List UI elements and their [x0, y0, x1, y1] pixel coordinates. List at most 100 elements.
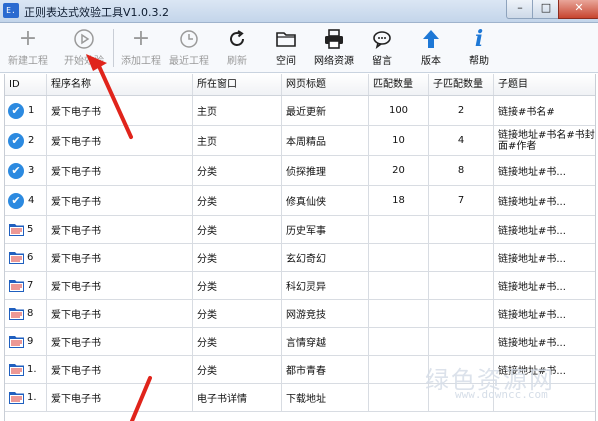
cell-id: 9 — [5, 328, 47, 355]
cell-match-count: 20 — [369, 156, 429, 185]
cell-sub-match-count: 2 — [429, 96, 494, 125]
check-circle-icon: ✔ — [8, 192, 24, 209]
space-button[interactable]: 空间 — [271, 25, 301, 69]
document-folder-icon — [8, 278, 25, 293]
cell-id: 8 — [5, 300, 47, 327]
cell-page-title: 网游竞技 — [282, 300, 369, 327]
refresh-icon — [224, 27, 250, 51]
help-button[interactable]: i 帮助 — [465, 25, 493, 69]
cell-sub-title: 链接地址#书... — [498, 226, 566, 237]
maximize-button[interactable]: □ — [532, 0, 560, 19]
row-id: 8 — [27, 308, 34, 319]
cell-page-title: 侦探推理 — [282, 156, 369, 185]
table-row[interactable]: 7 爱下电子书 分类 科幻灵异 链接地址#书... — [5, 272, 595, 300]
start-validate-button[interactable]: 开始效验 — [60, 25, 108, 69]
version-label: 版本 — [421, 56, 441, 67]
table-row[interactable]: 9 爱下电子书 分类 言情穿越 链接地址#书... — [5, 328, 595, 356]
cell-sub-match-count — [429, 244, 494, 271]
add-project-button[interactable]: + 添加工程 — [119, 25, 163, 69]
cell-window: 分类 — [193, 156, 282, 185]
row-id: 9 — [27, 336, 34, 347]
cell-sub-title: 链接地址#书... — [498, 197, 566, 208]
refresh-label: 刷新 — [227, 56, 247, 67]
cell-page-title: 修真仙侠 — [282, 186, 369, 215]
table-row[interactable]: 5 爱下电子书 分类 历史军事 链接地址#书... — [5, 216, 595, 244]
document-folder-icon — [8, 306, 25, 321]
column-header-match-count[interactable]: 匹配数量 — [369, 74, 429, 95]
document-folder-icon — [8, 362, 25, 377]
message-button[interactable]: 留言 — [368, 25, 396, 69]
cell-sub-match-count — [429, 272, 494, 299]
cell-match-count — [369, 356, 429, 383]
table-row[interactable]: ✔ 3 爱下电子书 分类 侦探推理 20 8 链接地址#书... — [5, 156, 595, 186]
cell-program-name: 爱下电子书 — [47, 356, 193, 383]
cell-match-count — [369, 300, 429, 327]
folder-icon — [273, 27, 299, 51]
column-header-page-title[interactable]: 网页标题 — [282, 74, 369, 95]
cell-window: 分类 — [193, 328, 282, 355]
row-id: 1. — [27, 364, 37, 375]
column-header-id[interactable]: ID — [5, 74, 47, 95]
close-button[interactable]: ✕ — [558, 0, 598, 19]
column-header-program-name[interactable]: 程序名称 — [47, 74, 193, 95]
document-folder-icon — [8, 334, 25, 349]
cell-match-count: 10 — [369, 126, 429, 155]
cell-program-name: 爱下电子书 — [47, 328, 193, 355]
cell-id: 7 — [5, 272, 47, 299]
cell-sub-title: 链接地址#书名#书封面#作者 — [498, 129, 595, 152]
up-arrow-icon — [418, 27, 444, 51]
row-id: 7 — [27, 280, 34, 291]
column-header-window[interactable]: 所在窗口 — [193, 74, 282, 95]
cell-id: ✔ 3 — [5, 156, 47, 185]
cell-page-title: 下载地址 — [282, 384, 369, 411]
cell-window: 电子书详情 — [193, 384, 282, 411]
recent-project-button[interactable]: 最近工程 — [166, 25, 212, 69]
printer-icon — [321, 27, 347, 51]
cell-program-name: 爱下电子书 — [47, 156, 193, 185]
cell-match-count: 18 — [369, 186, 429, 215]
row-id: 2 — [28, 135, 35, 146]
cell-id: 5 — [5, 216, 47, 243]
cell-id: ✔ 4 — [5, 186, 47, 215]
cell-page-title: 历史军事 — [282, 216, 369, 243]
refresh-button[interactable]: 刷新 — [222, 25, 252, 69]
table-row[interactable]: 8 爱下电子书 分类 网游竞技 链接地址#书... — [5, 300, 595, 328]
cell-sub-match-count: 4 — [429, 126, 494, 155]
play-icon — [71, 27, 97, 51]
cell-page-title: 科幻灵异 — [282, 272, 369, 299]
column-header-sub-title[interactable]: 子题目 — [494, 74, 595, 95]
cell-id: 1. — [5, 356, 47, 383]
recent-project-label: 最近工程 — [169, 56, 209, 67]
cell-sub-match-count: 8 — [429, 156, 494, 185]
help-label: 帮助 — [469, 56, 489, 67]
toolbar: + 新建工程 开始效验 + 添加工程 最近工程 刷新 空间 网络资源 留言 版本… — [0, 23, 598, 73]
column-header-sub-match-count[interactable]: 子匹配数量 — [429, 74, 494, 95]
cell-page-title: 最近更新 — [282, 96, 369, 125]
cell-window: 主页 — [193, 96, 282, 125]
cell-sub-title: 链接地址#书... — [498, 338, 566, 349]
cell-sub-match-count — [429, 328, 494, 355]
table-row[interactable]: ✔ 1 爱下电子书 主页 最近更新 100 2 链接#书名# — [5, 96, 595, 126]
cell-window: 分类 — [193, 300, 282, 327]
check-circle-icon: ✔ — [8, 102, 24, 119]
table-row[interactable]: ✔ 2 爱下电子书 主页 本周精品 10 4 链接地址#书名#书封面#作者 — [5, 126, 595, 156]
row-id: 1. — [27, 392, 37, 403]
cell-page-title: 玄幻奇幻 — [282, 244, 369, 271]
table-row[interactable]: ✔ 4 爱下电子书 分类 修真仙侠 18 7 链接地址#书... — [5, 186, 595, 216]
minimize-button[interactable]: – — [506, 0, 534, 19]
cell-page-title: 都市青春 — [282, 356, 369, 383]
row-id: 3 — [28, 165, 35, 176]
cell-match-count — [369, 272, 429, 299]
cell-id: ✔ 1 — [5, 96, 47, 125]
new-project-button[interactable]: + 新建工程 — [6, 25, 50, 69]
cell-window: 分类 — [193, 216, 282, 243]
cell-program-name: 爱下电子书 — [47, 126, 193, 155]
version-button[interactable]: 版本 — [417, 25, 445, 69]
network-resources-button[interactable]: 网络资源 — [310, 25, 358, 69]
cell-match-count — [369, 328, 429, 355]
table-row[interactable]: 6 爱下电子书 分类 玄幻奇幻 链接地址#书... — [5, 244, 595, 272]
cell-window: 主页 — [193, 126, 282, 155]
cell-sub-title: 链接地址#书... — [498, 310, 566, 321]
app-icon: E. — [3, 3, 19, 18]
clock-icon — [176, 27, 202, 51]
